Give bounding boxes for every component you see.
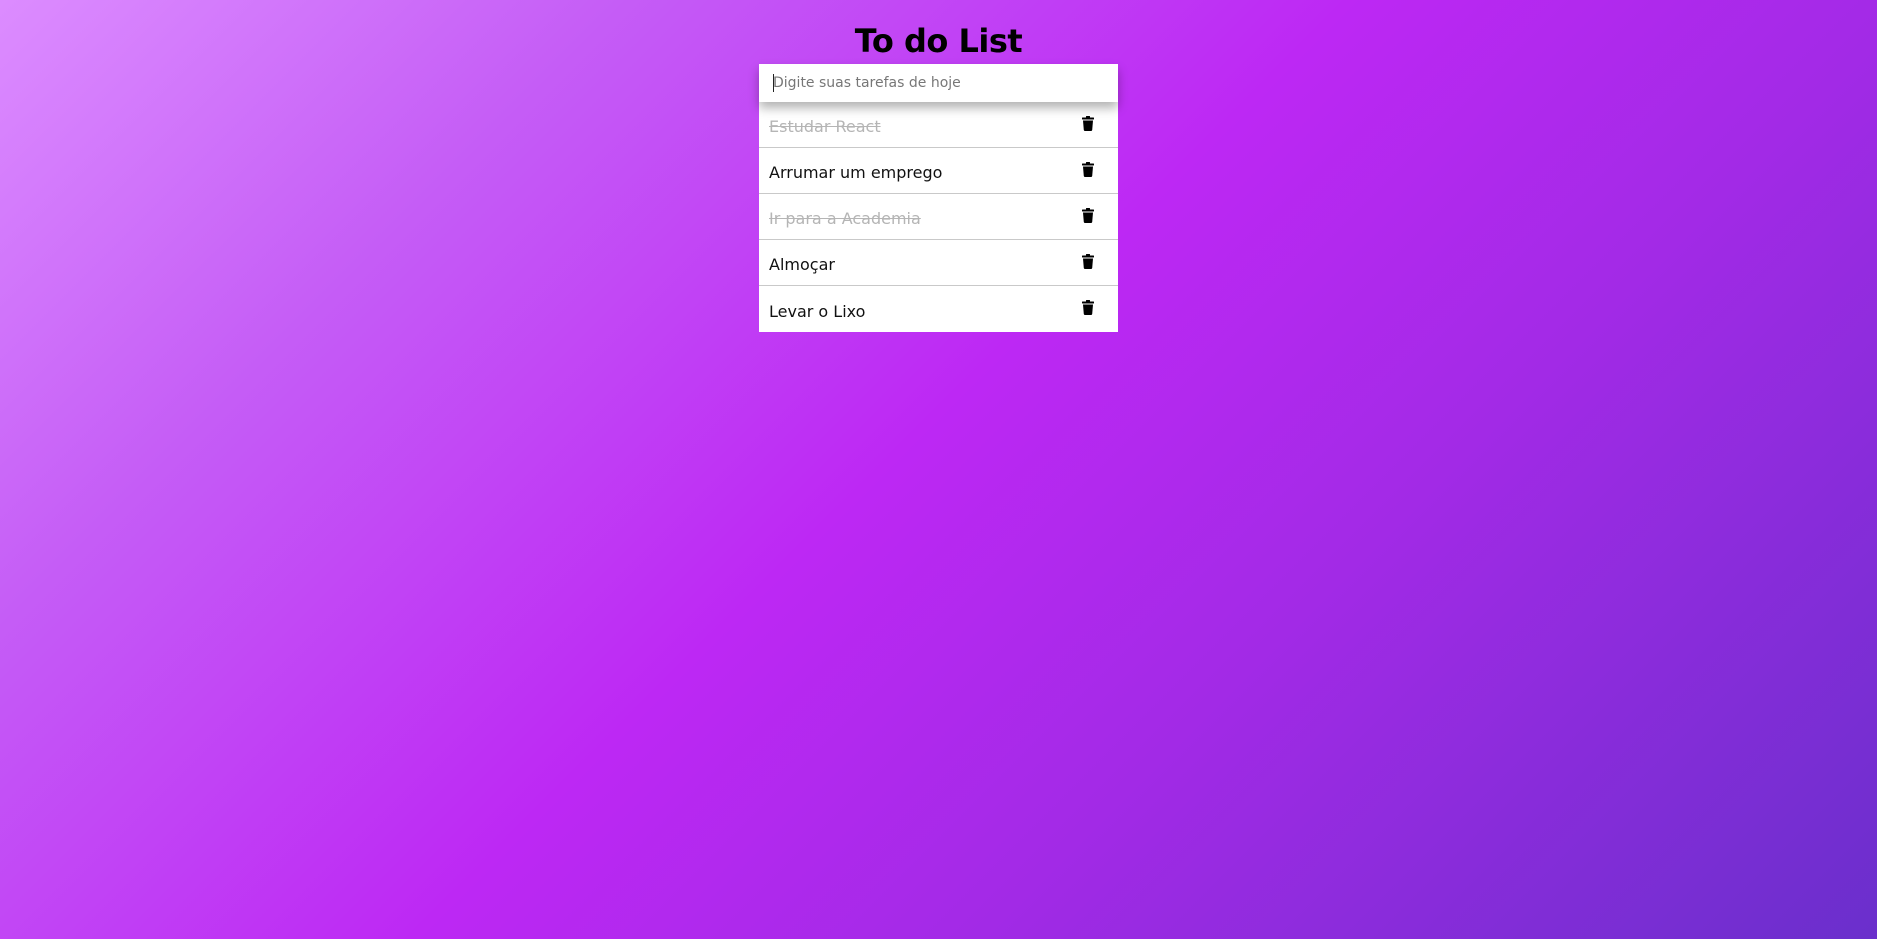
task-input[interactable] <box>759 64 1118 102</box>
task-list: Estudar React Arrumar um emprego Ir para… <box>759 102 1118 332</box>
trash-icon[interactable] <box>1082 300 1094 315</box>
task-item[interactable]: Estudar React <box>759 102 1118 148</box>
page-title: To do List <box>854 22 1023 60</box>
task-label[interactable]: Estudar React <box>769 117 881 136</box>
trash-icon[interactable] <box>1082 115 1094 131</box>
text-cursor <box>773 74 774 92</box>
task-label[interactable]: Levar o Lixo <box>769 302 865 321</box>
trash-icon[interactable] <box>1082 161 1094 177</box>
task-input-container <box>759 64 1118 102</box>
task-item[interactable]: Arrumar um emprego <box>759 148 1118 194</box>
trash-icon[interactable] <box>1082 253 1094 269</box>
task-label[interactable]: Almoçar <box>769 255 835 274</box>
todo-app: To do List Estudar React Arrumar um empr… <box>759 18 1118 332</box>
task-item[interactable]: Ir para a Academia <box>759 194 1118 240</box>
task-item[interactable]: Levar o Lixo <box>759 286 1118 332</box>
task-label[interactable]: Ir para a Academia <box>769 209 921 228</box>
task-item[interactable]: Almoçar <box>759 240 1118 286</box>
trash-icon[interactable] <box>1082 207 1094 223</box>
task-label[interactable]: Arrumar um emprego <box>769 163 942 182</box>
